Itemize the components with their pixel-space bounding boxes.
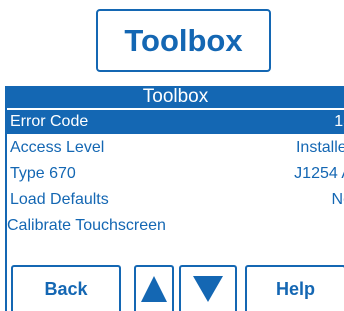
bottom-button-bar: Back Help: [7, 265, 344, 311]
up-button[interactable]: [134, 265, 174, 311]
down-button[interactable]: [179, 265, 237, 311]
menu-row-value: J1254 A: [294, 165, 344, 182]
menu-row-value: 15: [334, 113, 344, 130]
help-button[interactable]: Help: [245, 265, 344, 311]
screen-header-title: Toolbox: [7, 86, 344, 108]
menu-row-access-level[interactable]: Access Level Installer: [7, 136, 344, 160]
menu-row-type-670[interactable]: Type 670 J1254 A: [7, 162, 344, 186]
menu-row-label: Error Code: [10, 113, 89, 130]
toolbox-screen: Toolbox Error Code 15 Access Level Insta…: [5, 86, 344, 311]
up-arrow-icon: [141, 276, 167, 302]
menu-row-label: Calibrate Touchscreen: [7, 217, 166, 234]
menu-row-label: Type 670: [10, 165, 76, 182]
menu-row-value: Installer: [295, 139, 344, 156]
toolbox-title-button[interactable]: Toolbox: [96, 9, 271, 72]
menu-row-load-defaults[interactable]: Load Defaults No: [7, 188, 344, 212]
back-button[interactable]: Back: [11, 265, 121, 311]
menu-row-value: No: [331, 191, 344, 208]
down-arrow-icon: [193, 276, 223, 302]
menu-row-label: Access Level: [10, 139, 105, 156]
menu-row-error-code[interactable]: Error Code 15: [7, 110, 344, 134]
menu-row-calibrate-touchscreen[interactable]: Calibrate Touchscreen: [7, 214, 344, 238]
menu-row-label: Load Defaults: [10, 191, 109, 208]
